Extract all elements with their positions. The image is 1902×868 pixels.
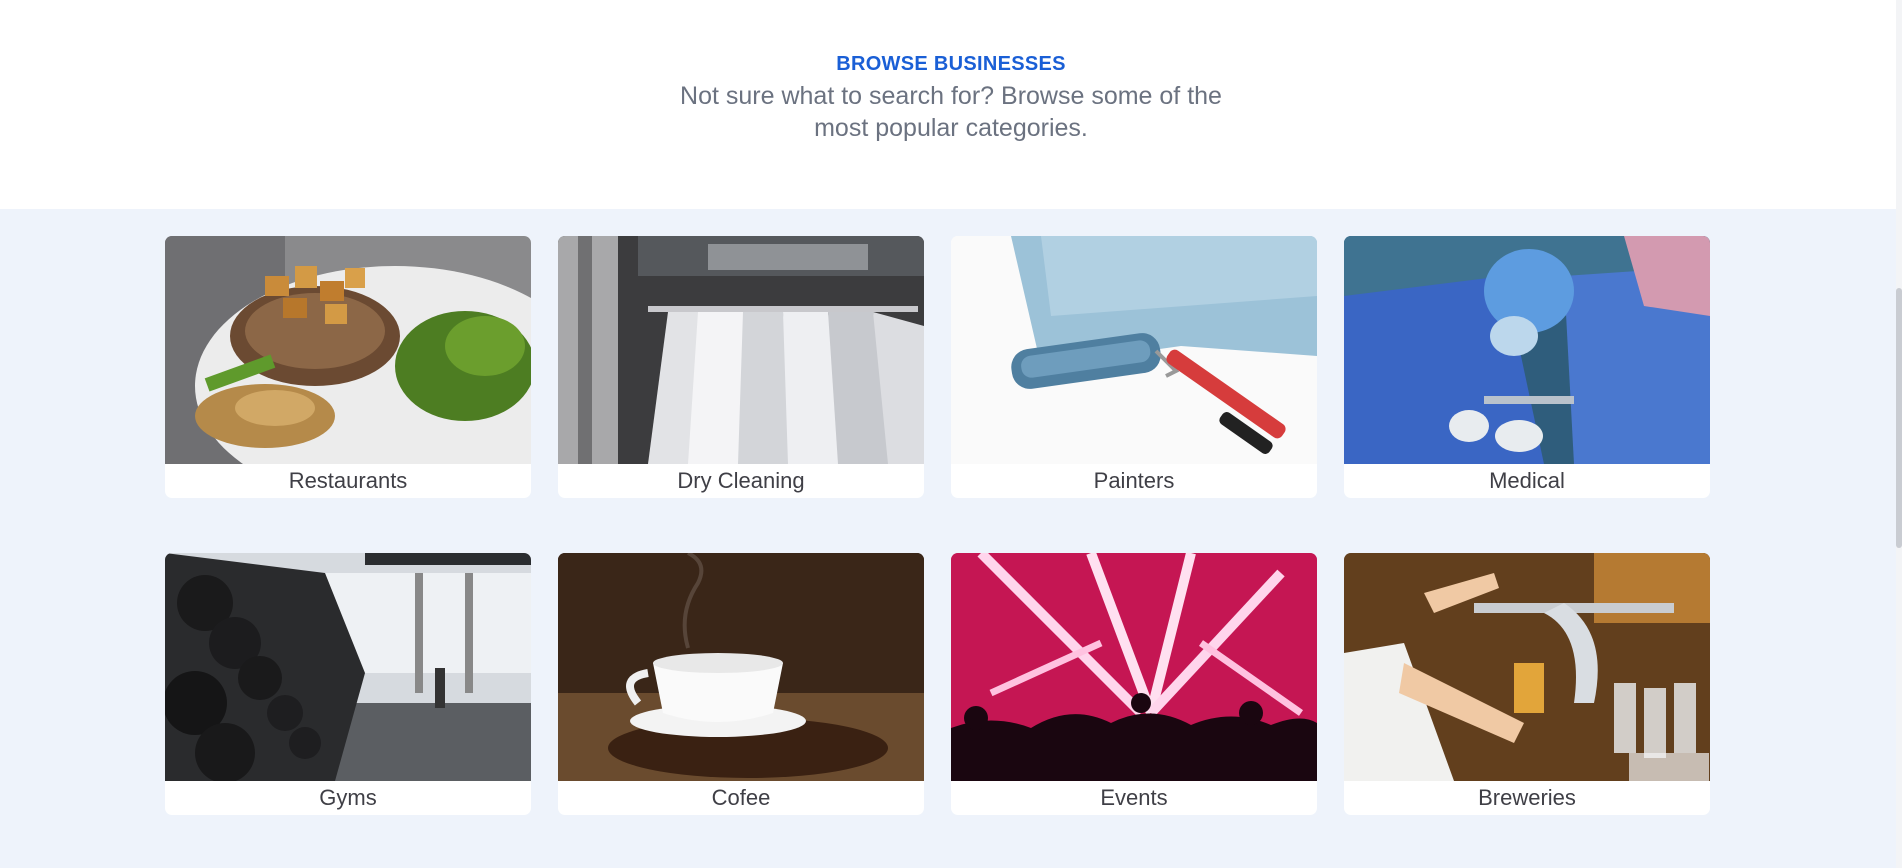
category-grid-section: Restaurants Dry Cleaning Painters Medica…	[0, 209, 1902, 815]
category-label-dry-cleaning: Dry Cleaning	[677, 468, 805, 493]
category-card-cofee[interactable]: Cofee	[558, 553, 924, 815]
category-label-gyms: Gyms	[319, 785, 377, 810]
section-eyebrow: BROWSE BUSINESSES	[836, 53, 1066, 75]
category-card-restaurants[interactable]: Restaurants	[165, 236, 531, 498]
dry-cleaning-photo	[558, 236, 924, 464]
category-card-breweries[interactable]: Breweries	[1344, 553, 1710, 815]
category-label-painters: Painters	[1093, 468, 1175, 493]
restaurants-photo	[165, 236, 531, 464]
browse-header: BROWSE BUSINESSES Not sure what to searc…	[0, 0, 1902, 209]
category-label-cofee: Cofee	[711, 785, 771, 810]
category-label-events: Events	[1100, 785, 1168, 810]
medical-image	[1344, 236, 1710, 464]
category-grid: Restaurants Dry Cleaning Painters Medica…	[165, 236, 1711, 815]
category-card-gyms[interactable]: Gyms	[165, 553, 531, 815]
events-photo	[951, 553, 1317, 781]
gyms-photo	[165, 553, 531, 781]
category-card-medical[interactable]: Medical	[1344, 236, 1710, 498]
gyms-image	[165, 553, 531, 781]
page: BROWSE BUSINESSES Not sure what to searc…	[0, 0, 1902, 868]
page-scrollbar[interactable]	[1896, 0, 1902, 868]
category-card-dry-cleaning[interactable]: Dry Cleaning	[558, 236, 924, 498]
restaurants-image	[165, 236, 531, 464]
painters-image	[951, 236, 1317, 464]
painters-photo	[951, 236, 1317, 464]
category-label-restaurants: Restaurants	[288, 468, 408, 493]
cofee-photo	[558, 553, 924, 781]
category-label-breweries: Breweries	[1478, 785, 1576, 810]
cofee-image	[558, 553, 924, 781]
breweries-photo	[1344, 553, 1710, 781]
breweries-image	[1344, 553, 1710, 781]
scrollbar-thumb[interactable]	[1896, 288, 1902, 548]
events-image	[951, 553, 1317, 781]
dry-cleaning-image	[558, 236, 924, 464]
category-card-events[interactable]: Events	[951, 553, 1317, 815]
section-subtitle: Not sure what to search for? Browse some…	[680, 82, 1222, 142]
category-card-painters[interactable]: Painters	[951, 236, 1317, 498]
medical-photo	[1344, 236, 1710, 464]
category-label-medical: Medical	[1489, 468, 1565, 493]
